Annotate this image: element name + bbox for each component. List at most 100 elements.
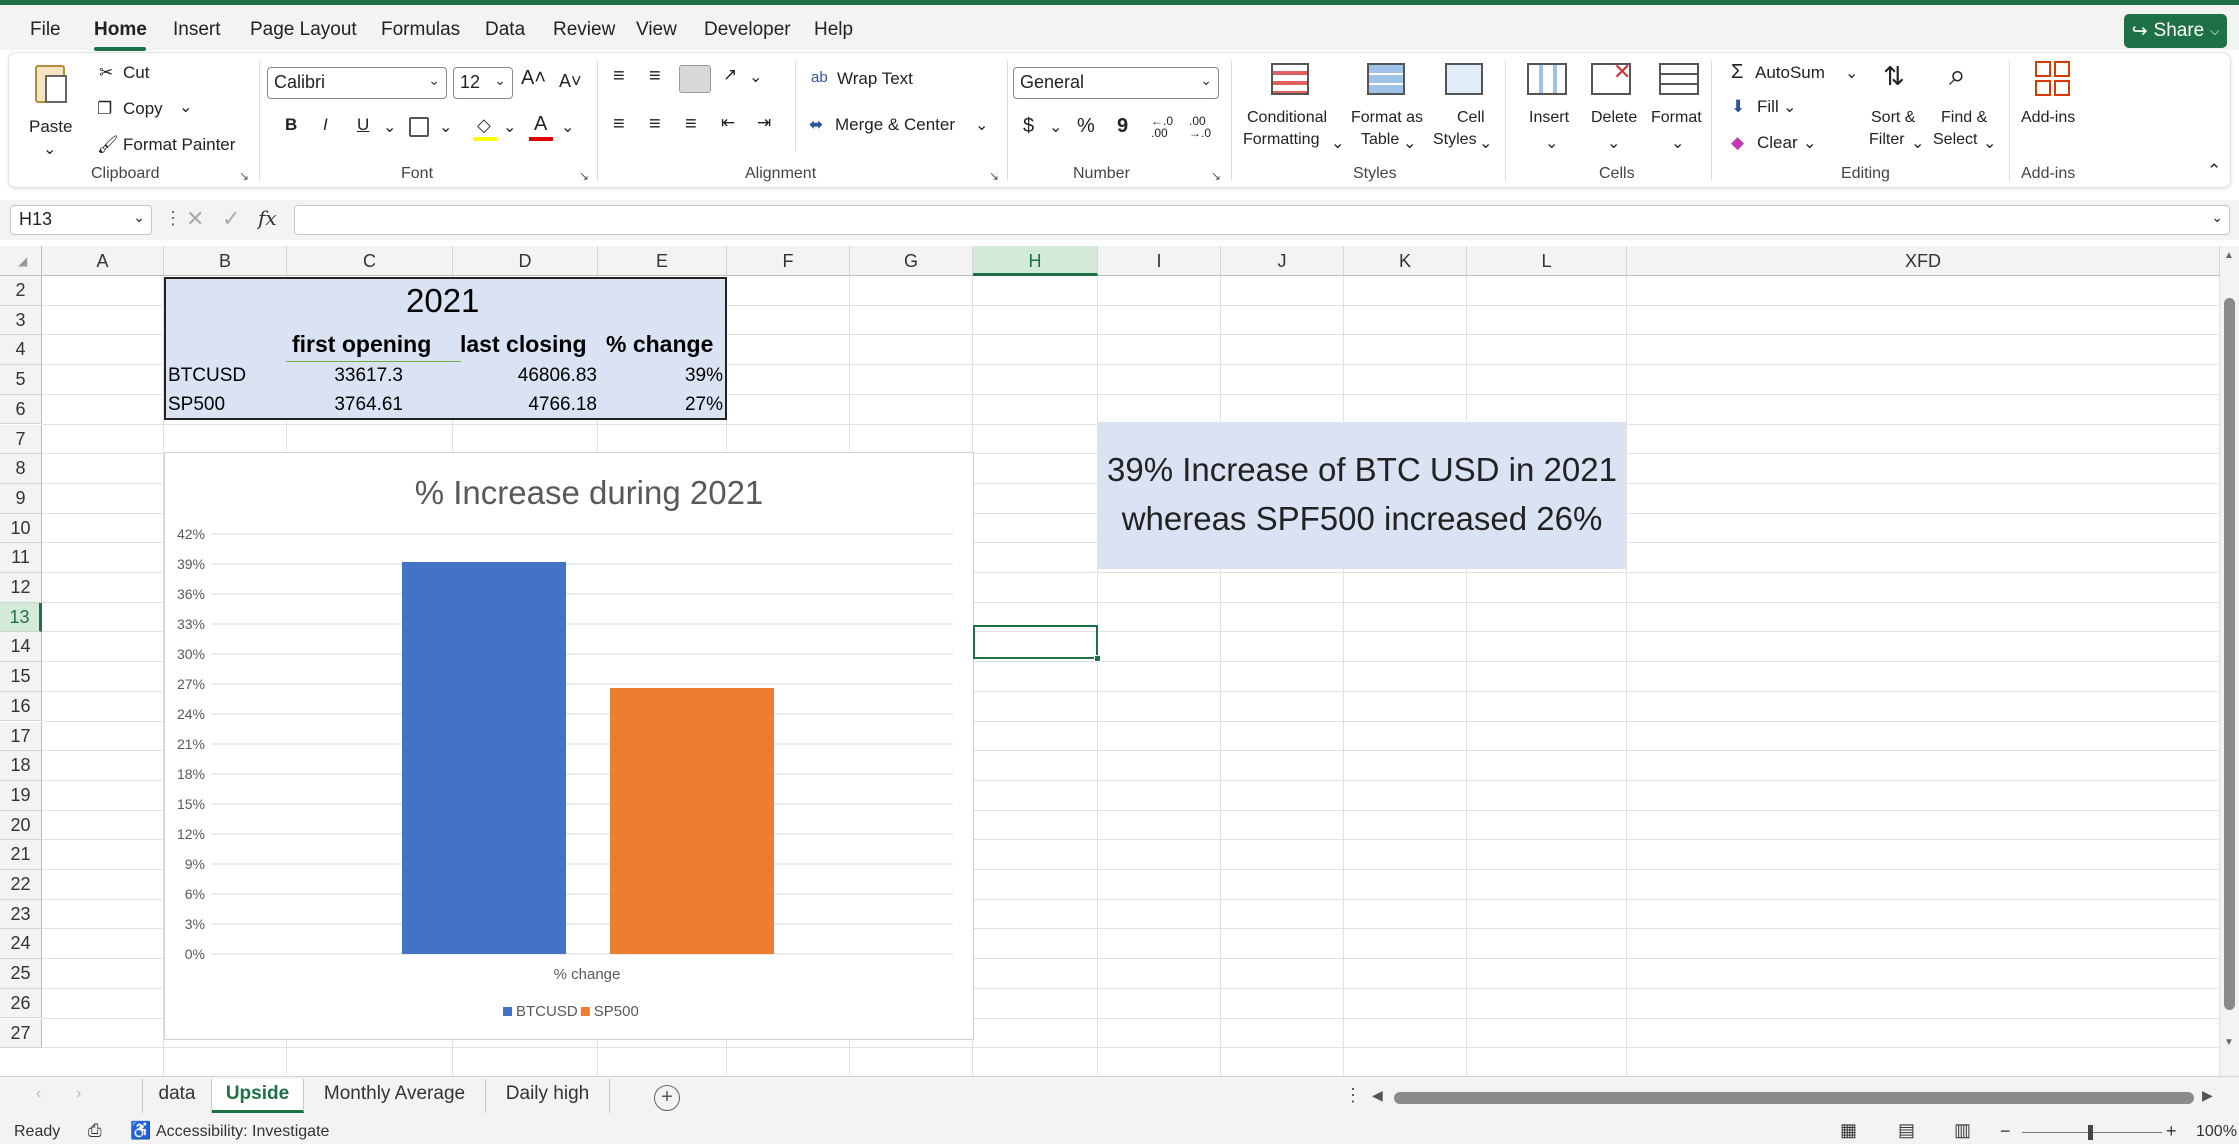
sheet-tab-monthly-average[interactable]: Monthly Average bbox=[304, 1079, 486, 1113]
column-header-xfd[interactable]: XFD bbox=[1627, 246, 2220, 276]
fill-color-icon[interactable]: ◇ bbox=[473, 115, 499, 141]
column-header-f[interactable]: F bbox=[727, 246, 850, 276]
normal-view-icon[interactable]: ▦ bbox=[1840, 1120, 1857, 1141]
align-center-icon[interactable]: ≡ bbox=[649, 113, 661, 136]
align-middle-icon[interactable]: ≡ bbox=[649, 65, 661, 88]
decrease-font-icon[interactable]: A˅ bbox=[559, 71, 582, 92]
find-select-button[interactable]: Find & bbox=[1941, 109, 1987, 127]
chevron-down-icon[interactable]: ⌄ bbox=[383, 117, 396, 137]
zoom-out-icon[interactable]: − bbox=[2000, 1121, 2011, 1142]
menu-view[interactable]: View bbox=[636, 19, 677, 41]
align-bottom-icon[interactable] bbox=[679, 65, 711, 93]
chevron-down-icon[interactable]: ⌄ bbox=[503, 117, 516, 137]
row-header-6[interactable]: 6 bbox=[0, 394, 42, 425]
row-header-23[interactable]: 23 bbox=[0, 899, 42, 930]
zoom-slider-thumb[interactable] bbox=[2088, 1125, 2093, 1140]
row-header-20[interactable]: 20 bbox=[0, 810, 42, 841]
horizontal-scroll-thumb[interactable] bbox=[1394, 1092, 2194, 1104]
dialog-launcher-icon[interactable]: ↘ bbox=[579, 169, 589, 183]
row-header-10[interactable]: 10 bbox=[0, 513, 42, 544]
row-header-26[interactable]: 26 bbox=[0, 988, 42, 1019]
conditional-formatting-button[interactable]: Conditional bbox=[1247, 109, 1327, 127]
sp500-last-closing[interactable]: 4766.18 bbox=[528, 394, 597, 416]
menu-review[interactable]: Review bbox=[553, 19, 615, 41]
sheet-tab-upside[interactable]: Upside bbox=[212, 1079, 304, 1113]
sort-filter-button[interactable]: Sort & bbox=[1871, 109, 1915, 127]
percent-button[interactable]: % bbox=[1077, 115, 1095, 138]
dialog-launcher-icon[interactable]: ↘ bbox=[1211, 169, 1221, 183]
font-name-select[interactable]: Calibri ⌄ bbox=[267, 67, 447, 99]
column-header-i[interactable]: I bbox=[1098, 246, 1221, 276]
row-header-13[interactable]: 13 bbox=[0, 602, 42, 633]
menu-help[interactable]: Help bbox=[814, 19, 853, 41]
row-header-5[interactable]: 5 bbox=[0, 365, 42, 395]
row-header-19[interactable]: 19 bbox=[0, 780, 42, 811]
column-header-b[interactable]: B bbox=[164, 246, 287, 276]
share-button[interactable]: ↪ Share ⌵ bbox=[2124, 14, 2227, 48]
menu-insert[interactable]: Insert bbox=[173, 19, 221, 41]
underline-button[interactable]: U bbox=[357, 115, 369, 135]
more-options-icon[interactable]: ⋮ bbox=[1344, 1085, 1362, 1106]
header-percent-change[interactable]: % change bbox=[606, 331, 713, 358]
formula-input[interactable]: ⌄ bbox=[294, 205, 2230, 235]
selected-cell[interactable] bbox=[973, 625, 1101, 662]
chevron-down-icon[interactable]: ⌄ bbox=[1049, 117, 1062, 137]
page-layout-view-icon[interactable]: ▤ bbox=[1898, 1120, 1915, 1141]
row-header-27[interactable]: 27 bbox=[0, 1018, 42, 1049]
header-first-opening[interactable]: first opening bbox=[292, 331, 431, 358]
font-size-select[interactable]: 12 ⌄ bbox=[453, 67, 513, 99]
menu-developer[interactable]: Developer bbox=[704, 19, 791, 41]
row-header-22[interactable]: 22 bbox=[0, 870, 42, 900]
collapse-ribbon-icon[interactable]: ⌃ bbox=[2207, 161, 2221, 181]
font-color-icon[interactable]: A bbox=[529, 113, 555, 141]
chevron-down-icon[interactable]: ⌄ bbox=[1331, 133, 1344, 153]
scroll-down-icon[interactable]: ▼ bbox=[2224, 1037, 2234, 1048]
scroll-left-icon[interactable]: ◀ bbox=[1372, 1087, 1383, 1104]
row-header-24[interactable]: 24 bbox=[0, 929, 42, 960]
delete-cells-button[interactable]: Delete bbox=[1591, 109, 1637, 127]
row-name-sp500[interactable]: SP500 bbox=[168, 394, 225, 416]
row-header-21[interactable]: 21 bbox=[0, 840, 42, 870]
dialog-launcher-icon[interactable]: ↘ bbox=[239, 169, 249, 183]
chevron-down-icon[interactable]: ⌄ bbox=[1479, 133, 1492, 153]
accessibility-icon[interactable]: ♿ bbox=[130, 1121, 151, 1141]
chevron-down-icon[interactable]: ⌄ bbox=[1545, 133, 1558, 153]
chevron-down-icon[interactable]: ⌄ bbox=[179, 97, 192, 117]
autosum-button[interactable]: AutoSum bbox=[1755, 63, 1825, 83]
chevron-down-icon[interactable]: ⌄ bbox=[749, 67, 762, 87]
macro-record-icon[interactable]: ⎙ bbox=[88, 1121, 102, 1141]
note-text-box[interactable]: 39% Increase of BTC USD in 2021 whereas … bbox=[1098, 422, 1626, 569]
chevron-down-icon[interactable]: ⌄ bbox=[1671, 133, 1684, 153]
column-header-c[interactable]: C bbox=[287, 246, 453, 276]
chevron-down-icon[interactable]: ⌄ bbox=[439, 117, 452, 137]
more-options-icon[interactable]: ⋮ bbox=[164, 208, 182, 229]
header-last-closing[interactable]: last closing bbox=[460, 331, 587, 358]
bar-btcusd[interactable] bbox=[402, 562, 566, 954]
insert-function-icon[interactable]: fx bbox=[258, 206, 277, 230]
fill-handle[interactable] bbox=[1094, 655, 1101, 662]
chevron-down-icon[interactable]: ⌄ bbox=[1783, 97, 1796, 117]
vertical-scroll-thumb[interactable] bbox=[2224, 298, 2235, 1010]
menu-file[interactable]: File bbox=[30, 19, 61, 41]
btcusd-percent-change[interactable]: 39% bbox=[685, 365, 723, 387]
row-header-3[interactable]: 3 bbox=[0, 305, 42, 336]
format-painter-button[interactable]: Format Painter bbox=[123, 135, 235, 155]
italic-button[interactable]: I bbox=[323, 115, 328, 135]
check-icon[interactable]: ✓ bbox=[222, 206, 240, 232]
row-header-2[interactable]: 2 bbox=[0, 276, 42, 306]
dialog-launcher-icon[interactable]: ↘ bbox=[989, 169, 999, 183]
chevron-down-icon[interactable]: ⌄ bbox=[561, 117, 574, 137]
zoom-in-icon[interactable]: + bbox=[2166, 1121, 2177, 1142]
format-cells-button[interactable]: Format bbox=[1651, 109, 1702, 127]
menu-home[interactable]: Home bbox=[94, 19, 147, 41]
row-header-8[interactable]: 8 bbox=[0, 454, 42, 484]
chevron-down-icon[interactable]: ⌄ bbox=[1403, 133, 1416, 153]
orientation-icon[interactable]: ↗ bbox=[723, 65, 737, 85]
chevron-down-icon[interactable]: ⌄ bbox=[2211, 209, 2223, 226]
paste-button[interactable]: Paste ⌄ bbox=[25, 61, 73, 158]
column-header-d[interactable]: D bbox=[453, 246, 598, 276]
copy-button[interactable]: Copy bbox=[123, 99, 163, 119]
menu-formulas[interactable]: Formulas bbox=[381, 19, 460, 41]
row-header-25[interactable]: 25 bbox=[0, 959, 42, 989]
table-year-title[interactable]: 2021 bbox=[406, 282, 479, 320]
